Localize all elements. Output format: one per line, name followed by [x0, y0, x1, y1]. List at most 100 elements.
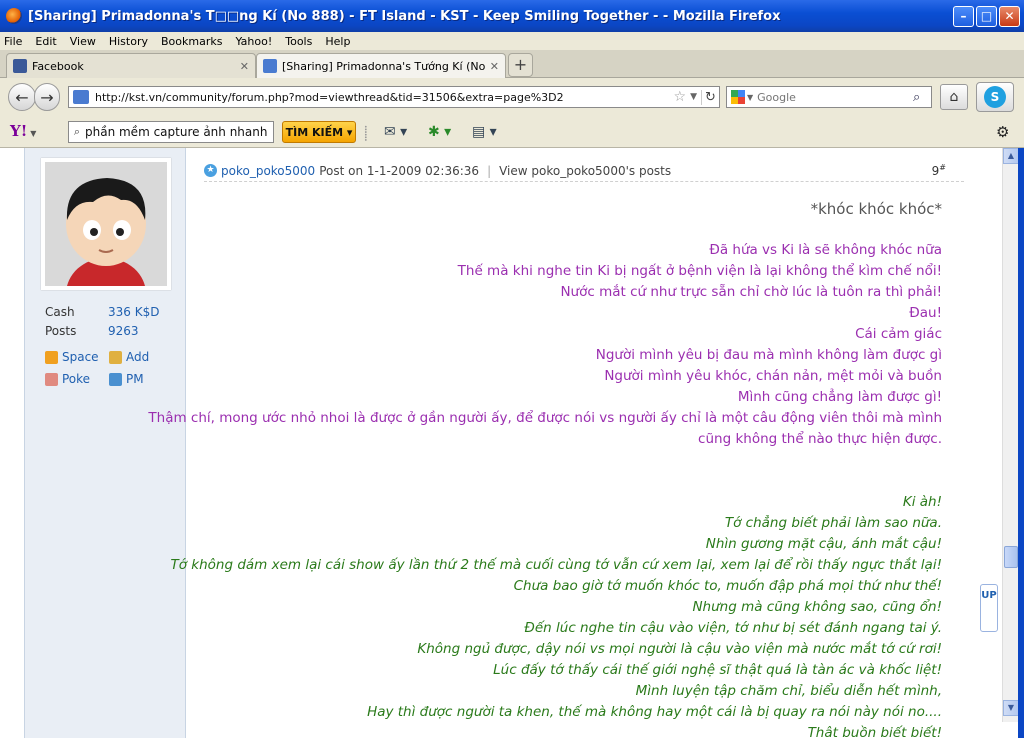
menu-help[interactable]: Help: [325, 35, 350, 48]
close-tab-icon[interactable]: ✕: [240, 60, 249, 73]
menu-bar: File Edit View History Bookmarks Yahoo! …: [0, 32, 1024, 50]
poke-icon: [45, 372, 58, 386]
window-title: [Sharing] Primadonna's T□□ng Kí (No 888)…: [28, 8, 781, 24]
envelope-icon: [109, 372, 122, 386]
posts-stat: Posts 9263: [45, 324, 139, 338]
window-titlebar: [Sharing] Primadonna's T□□ng Kí (No 888)…: [0, 0, 1024, 32]
post-line: Mình cũng chẳng làm được gì!: [737, 389, 942, 405]
pm-label: PM: [126, 372, 144, 386]
close-tab-icon[interactable]: ✕: [490, 60, 499, 73]
post-line: Đến lúc nghe tin cậu vào viện, tớ như bị…: [524, 620, 942, 636]
post-line: Thế mà khi nghe tin Ki bị ngất ở bệnh vi…: [457, 263, 942, 279]
yahoo-search-input[interactable]: phần mềm capture ảnh nhanh: [85, 125, 267, 139]
back-button[interactable]: ←: [8, 83, 36, 111]
search-box[interactable]: ▼ ⌕: [726, 86, 932, 108]
handshake-icon: [109, 350, 122, 364]
yahoo-search-box[interactable]: ⌕ phần mềm capture ảnh nhanh: [68, 121, 274, 143]
post-line: Đau!: [909, 305, 942, 321]
new-tab-button[interactable]: +: [508, 53, 533, 77]
bookmark-star-icon[interactable]: ☆: [674, 89, 687, 105]
navigation-toolbar: ← → http://kst.vn/community/forum.php?mo…: [0, 78, 1024, 116]
vertical-scrollbar[interactable]: ▲ ▼: [1002, 148, 1019, 722]
header-divider: |: [487, 163, 492, 178]
widget-icon[interactable]: ✱ ▾: [428, 124, 451, 140]
post-line: Tớ chẳng biết phải làm sao nữa.: [724, 515, 942, 531]
add-friend-link[interactable]: Add: [109, 350, 149, 364]
post-date: Post on 1-1-2009 02:36:36: [319, 163, 480, 178]
site-identity-icon[interactable]: [73, 90, 89, 104]
scroll-to-top-button[interactable]: UP: [980, 584, 998, 632]
pm-link[interactable]: PM: [109, 372, 144, 386]
post-line: Nước mắt cứ như trực sẵn chỉ chờ lúc là …: [560, 284, 942, 300]
maximize-button[interactable]: □: [976, 5, 997, 27]
yahoo-search-button[interactable]: TÌM KIẾM ▾: [282, 121, 356, 143]
tab-strip: Facebook ✕ [Sharing] Primadonna's Tướng …: [0, 50, 1024, 78]
search-input[interactable]: [757, 90, 913, 104]
home-button[interactable]: ⌂: [940, 84, 968, 110]
post-line: Ki àh!: [902, 494, 942, 510]
avatar-image: [45, 162, 167, 286]
search-icon: ⌕: [73, 125, 81, 138]
scroll-down-arrow-icon[interactable]: ▼: [1003, 700, 1019, 716]
yahoo-logo-icon[interactable]: Y! ▼: [10, 122, 36, 140]
menu-edit[interactable]: Edit: [35, 35, 56, 48]
engine-dropdown-icon[interactable]: ▼: [747, 93, 753, 102]
post-line: Đã hứa vs Ki là sẽ không khóc nữa: [709, 242, 942, 258]
cash-label: Cash: [45, 305, 75, 319]
post-line: Người mình yêu bị đau mà mình không làm …: [595, 347, 942, 363]
menu-yahoo[interactable]: Yahoo!: [235, 35, 272, 48]
page-tools-icon[interactable]: ▤ ▾: [472, 124, 497, 140]
menu-bookmarks[interactable]: Bookmarks: [161, 35, 222, 48]
posts-label: Posts: [45, 324, 77, 338]
window-frame: [1018, 148, 1024, 738]
yahoo-search-button-label: TÌM KIẾM: [285, 125, 344, 139]
skype-button[interactable]: S: [976, 82, 1014, 112]
post-line: Cái cảm giác: [855, 326, 942, 342]
tab-facebook[interactable]: Facebook ✕: [6, 53, 256, 78]
post-floor-number[interactable]: 9#: [932, 163, 946, 178]
space-label: Space: [62, 350, 99, 364]
add-label: Add: [126, 350, 150, 364]
post-header: ★ poko_poko5000 Post on 1-1-2009 02:36:3…: [204, 160, 964, 182]
forward-button[interactable]: →: [34, 83, 60, 111]
post-line: cũng không thể nào thực hiện được.: [698, 431, 942, 447]
post-line: Tớ không dám xem lại cái show ấy lần thứ…: [170, 557, 942, 573]
search-icon[interactable]: ⌕: [913, 90, 931, 105]
menu-view[interactable]: View: [70, 35, 96, 48]
avatar[interactable]: [41, 158, 171, 290]
view-posts-link[interactable]: View poko_poko5000's posts: [499, 164, 671, 178]
google-icon[interactable]: [731, 90, 745, 104]
skype-icon: S: [984, 86, 1006, 108]
space-link[interactable]: Space: [45, 350, 99, 364]
post-line: Mình luyện tập chăm chỉ, biểu diễn hết m…: [635, 683, 942, 699]
post-line: Nhìn gương mặt cậu, ánh mắt cậu!: [705, 536, 942, 552]
menu-tools[interactable]: Tools: [285, 35, 312, 48]
scroll-up-arrow-icon[interactable]: ▲: [1003, 148, 1019, 164]
mail-icon[interactable]: ✉ ▾: [384, 124, 407, 140]
gear-icon[interactable]: ⚙: [996, 123, 1009, 141]
reload-icon[interactable]: ↻: [701, 89, 719, 105]
cash-value: 336 K$D: [108, 305, 160, 319]
page-margin: [0, 148, 24, 738]
tab-kst-thread[interactable]: [Sharing] Primadonna's Tướng Kí (No 888.…: [256, 53, 506, 78]
url-bar[interactable]: http://kst.vn/community/forum.php?mod=vi…: [68, 86, 720, 108]
posts-value[interactable]: 9263: [108, 324, 139, 338]
url-text[interactable]: http://kst.vn/community/forum.php?mod=vi…: [95, 91, 674, 104]
post-line: Hay thì được người ta khen, thế mà không…: [367, 704, 942, 720]
poke-link[interactable]: Poke: [45, 372, 90, 386]
post-author-link[interactable]: poko_poko5000: [221, 164, 315, 178]
online-status-icon: ★: [204, 164, 217, 177]
scrollbar-thumb[interactable]: [1004, 546, 1018, 568]
url-dropdown-icon[interactable]: ▼: [690, 92, 697, 102]
minimize-button[interactable]: –: [953, 5, 974, 27]
menu-file[interactable]: File: [4, 35, 22, 48]
post-line: Không ngủ được, dậy nói vs mọi người là …: [417, 641, 942, 657]
author-sidebar: Cash 336 K$D Posts 9263 Space Add Poke PM: [24, 148, 186, 738]
post-line: Nhưng mà cũng không sao, cũng ổn!: [692, 599, 942, 615]
home-icon: [45, 350, 58, 364]
menu-history[interactable]: History: [109, 35, 148, 48]
toolbar-divider-icon: ⸽: [364, 126, 368, 142]
cash-stat: Cash 336 K$D: [45, 305, 159, 319]
firefox-icon: [6, 8, 22, 24]
close-window-button[interactable]: ✕: [999, 5, 1020, 27]
